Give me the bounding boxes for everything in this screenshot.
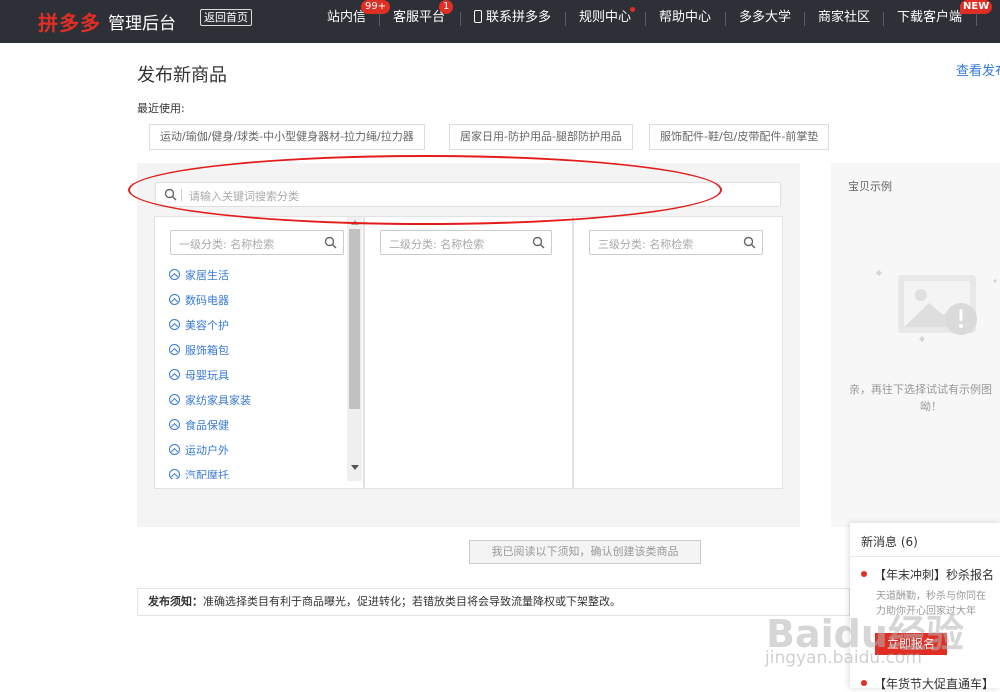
category-label: 服饰箱包 bbox=[185, 344, 229, 357]
nav-divider bbox=[804, 12, 805, 26]
nav-divider bbox=[379, 12, 380, 26]
nav-contact-label: 联系拼多多 bbox=[486, 10, 552, 25]
category-item[interactable]: 汽配摩托 bbox=[169, 468, 229, 479]
category-label: 数码电器 bbox=[185, 294, 229, 307]
example-empty-text-2: 呦！ bbox=[920, 400, 942, 413]
nav-help-label: 帮助中心 bbox=[659, 10, 712, 25]
chevron-circle-icon bbox=[169, 369, 180, 380]
level2-search-input[interactable]: 二级分类: 名称检索 bbox=[380, 230, 552, 255]
top-nav-bar: 拼多多 管理后台 返回首页 站内信 99+ 客服平台 1 联系拼多多 规则中心 … bbox=[0, 0, 1000, 43]
messages-badge: 99+ bbox=[361, 0, 391, 14]
level1-category-column: 一级分类: 名称检索 家居生活 数码电器 美容个护 服饰箱包 母婴玩具 家纺家具… bbox=[154, 216, 364, 489]
category-item[interactable]: 数码电器 bbox=[169, 293, 229, 309]
chevron-circle-icon bbox=[169, 294, 180, 305]
notice-text: 准确选择类目有利于商品曝光，促进转化；若错放类目将会导致流量降权或下架整改。 bbox=[203, 595, 621, 608]
nav-divider bbox=[645, 12, 646, 26]
message-title[interactable]: 【年末冲刺】秒杀报名 bbox=[874, 566, 994, 583]
nav-download-label: 下载客户端 bbox=[897, 10, 963, 25]
rules-dot bbox=[630, 7, 635, 12]
recent-category-chip[interactable]: 居家日用-防护用品-腿部防护用品 bbox=[449, 124, 633, 150]
search-icon[interactable] bbox=[743, 236, 756, 249]
empty-image-icon bbox=[876, 270, 997, 342]
category-item[interactable]: 家纺家具家装 bbox=[169, 393, 251, 409]
search-icon[interactable] bbox=[324, 236, 337, 249]
nav-help[interactable]: 帮助中心 bbox=[659, 0, 711, 43]
annotation-oval bbox=[128, 155, 722, 225]
level2-category-column: 二级分类: 名称检索 bbox=[364, 216, 573, 489]
message-title[interactable]: 【年货节大促直通车】 bbox=[874, 675, 994, 692]
nav-contact[interactable]: 联系拼多多 bbox=[474, 0, 551, 43]
level1-search-input[interactable]: 一级分类: 名称检索 bbox=[170, 230, 344, 255]
back-home-button[interactable]: 返回首页 bbox=[200, 9, 252, 26]
category-label: 食品保健 bbox=[185, 419, 229, 432]
message-body-line1: 天道酬勤，秒杀与你同在 bbox=[876, 591, 986, 602]
scroll-down-arrow-icon[interactable] bbox=[351, 465, 359, 470]
phone-icon bbox=[474, 10, 482, 23]
example-title: 宝贝示例 bbox=[848, 180, 892, 193]
page-title: 发布新商品 bbox=[137, 65, 227, 86]
baidu-watermark-url: jingyan.baidu.com bbox=[765, 648, 922, 668]
nav-university-label: 多多大学 bbox=[739, 10, 792, 25]
confirm-create-button[interactable]: 我已阅读以下须知，确认创建该类商品 bbox=[469, 540, 701, 564]
nav-rules-label: 规则中心 bbox=[579, 10, 632, 25]
unread-dot bbox=[861, 571, 867, 577]
item-example-panel: 宝贝示例 亲，再往下选择试试有示例图 呦！ bbox=[831, 163, 1000, 527]
nav-divider bbox=[565, 12, 566, 26]
chevron-circle-icon bbox=[169, 444, 180, 455]
nav-rules[interactable]: 规则中心 bbox=[579, 0, 631, 43]
nav-community-label: 商家社区 bbox=[818, 10, 871, 25]
level1-placeholder: 一级分类: 名称检索 bbox=[179, 238, 275, 251]
recent-category-chip[interactable]: 运动/瑜伽/健身/球类-中小型健身器材-拉力绳/拉力器 bbox=[149, 124, 425, 150]
recent-used-label: 最近使用: bbox=[137, 102, 185, 115]
level3-search-input[interactable]: 三级分类: 名称检索 bbox=[589, 230, 763, 255]
nav-customer-service[interactable]: 客服平台 bbox=[393, 0, 445, 43]
customer-service-badge: 1 bbox=[439, 0, 454, 14]
unread-dot bbox=[861, 680, 867, 686]
publish-notice: 发布须知：准确选择类目有利于商品曝光，促进转化；若错放类目将会导致流量降权或下架… bbox=[137, 588, 850, 616]
notice-label: 发布须知： bbox=[148, 595, 203, 608]
category-item[interactable]: 食品保健 bbox=[169, 418, 229, 434]
chevron-circle-icon bbox=[169, 469, 180, 479]
level3-category-column: 三级分类: 名称检索 bbox=[573, 216, 783, 489]
clipped-area: 汽配摩托 bbox=[155, 465, 345, 479]
category-label: 母婴玩具 bbox=[185, 369, 229, 382]
chevron-circle-icon bbox=[169, 319, 180, 330]
category-item[interactable]: 服饰箱包 bbox=[169, 343, 229, 359]
category-label: 运动户外 bbox=[185, 444, 229, 457]
view-published-link[interactable]: 查看发布 bbox=[956, 60, 1000, 79]
search-icon[interactable] bbox=[532, 236, 545, 249]
category-label: 家居生活 bbox=[185, 269, 229, 282]
category-item[interactable]: 母婴玩具 bbox=[169, 368, 229, 384]
nav-divider bbox=[725, 12, 726, 26]
chevron-circle-icon bbox=[169, 269, 180, 280]
category-item[interactable]: 美容个护 bbox=[169, 318, 229, 334]
nav-community[interactable]: 商家社区 bbox=[818, 0, 870, 43]
category-scrollbar[interactable] bbox=[347, 217, 362, 481]
pinduoduo-logo[interactable]: 拼多多 bbox=[38, 7, 101, 36]
nav-customer-service-label: 客服平台 bbox=[393, 10, 446, 25]
level3-placeholder: 三级分类: 名称检索 bbox=[598, 238, 694, 251]
nav-divider bbox=[976, 12, 977, 26]
nav-divider bbox=[883, 12, 884, 26]
chevron-circle-icon bbox=[169, 419, 180, 430]
messages-title: 新消息 (6) bbox=[861, 535, 918, 549]
recent-category-chip[interactable]: 服饰配件-鞋/包/皮带配件-前掌垫 bbox=[649, 124, 830, 150]
nav-messages-label: 站内信 bbox=[327, 10, 367, 25]
category-label: 美容个护 bbox=[185, 319, 229, 332]
example-empty-text: 亲，再往下选择试试有示例图 bbox=[849, 383, 992, 396]
nav-download-client[interactable]: 下载客户端 bbox=[897, 0, 962, 43]
category-label: 汽配摩托 bbox=[185, 469, 229, 479]
category-item[interactable]: 家居生活 bbox=[169, 268, 229, 284]
scroll-thumb[interactable] bbox=[349, 229, 360, 409]
category-label: 家纺家具家装 bbox=[185, 394, 251, 407]
admin-title: 管理后台 bbox=[108, 14, 176, 34]
messages-divider bbox=[850, 556, 1000, 557]
chevron-circle-icon bbox=[169, 394, 180, 405]
nav-divider bbox=[460, 12, 461, 26]
level2-placeholder: 二级分类: 名称检索 bbox=[389, 238, 485, 251]
nav-university[interactable]: 多多大学 bbox=[739, 0, 791, 43]
chevron-circle-icon bbox=[169, 344, 180, 355]
category-item[interactable]: 运动户外 bbox=[169, 443, 229, 459]
